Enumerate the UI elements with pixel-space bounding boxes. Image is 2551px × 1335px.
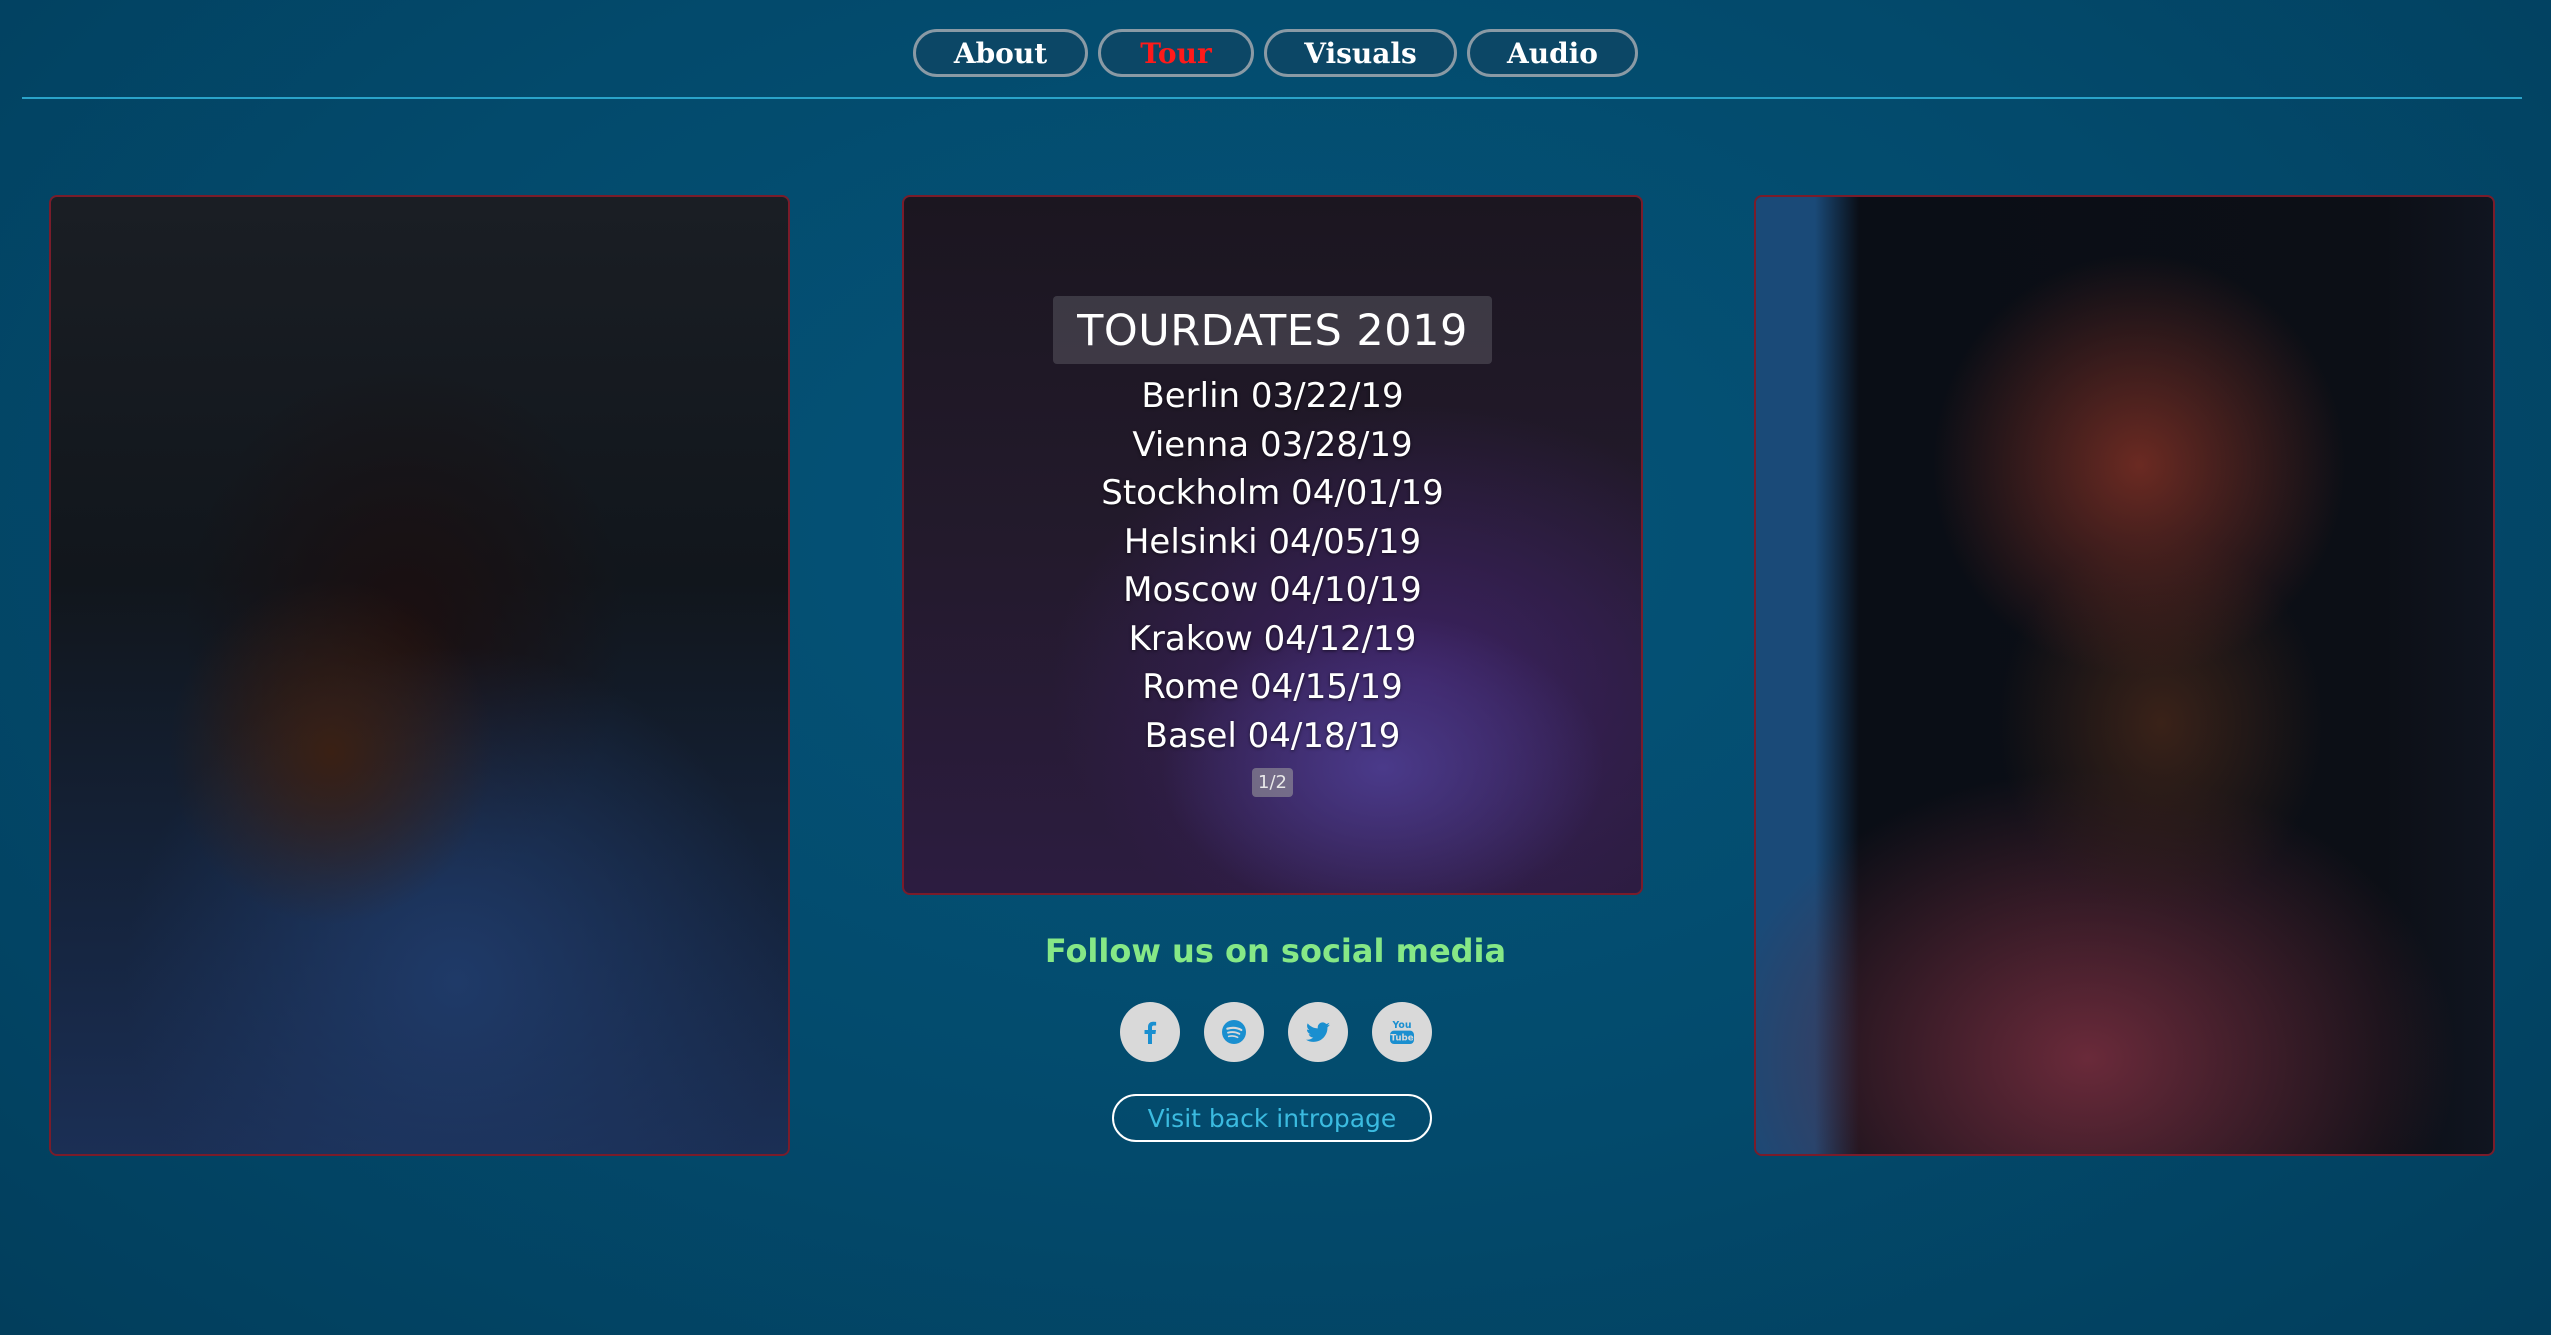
tour-date-item: Vienna 03/28/19: [1132, 424, 1413, 465]
tour-date-item: Rome 04/15/19: [1142, 667, 1403, 707]
social-links: You Tube: [0, 1002, 2551, 1062]
youtube-icon[interactable]: You Tube: [1371, 1002, 1432, 1062]
tour-date-item: Berlin 03/22/19: [1141, 376, 1404, 416]
tour-date-item: Stockholm 04/01/19: [1101, 473, 1444, 513]
tour-date-item: Basel 04/18/19: [1144, 715, 1401, 756]
twitter-icon[interactable]: [1287, 1002, 1348, 1062]
nav-about-button[interactable]: About: [913, 29, 1088, 77]
nav-visuals-button[interactable]: Visuals: [1264, 29, 1457, 77]
nav-divider: [22, 97, 2522, 99]
tour-date-item: Helsinki 04/05/19: [1123, 521, 1422, 562]
tour-date-item: Krakow 04/12/19: [1128, 618, 1417, 659]
spotify-icon[interactable]: [1203, 1002, 1264, 1062]
nav-audio-button[interactable]: Audio: [1467, 29, 1638, 77]
slide-pager[interactable]: 1/2: [1252, 768, 1293, 797]
nav-tour-button[interactable]: Tour: [1098, 29, 1254, 77]
follow-heading: Follow us on social media: [1044, 932, 1507, 970]
main-nav: About Tour Visuals Audio: [0, 29, 2551, 77]
facebook-icon[interactable]: [1119, 1002, 1180, 1062]
tour-content: TOURDATES 2019 Berlin 03/22/19 Vienna 03…: [904, 197, 1641, 893]
visit-intropage-button[interactable]: Visit back intropage: [1112, 1094, 1432, 1142]
tour-title: TOURDATES 2019: [1053, 296, 1492, 364]
tour-dates-list: Berlin 03/22/19 Vienna 03/28/19 Stockhol…: [1101, 372, 1444, 760]
tour-panel: TOURDATES 2019 Berlin 03/22/19 Vienna 03…: [902, 195, 1643, 895]
tour-date-item: Moscow 04/10/19: [1123, 570, 1422, 610]
svg-text:You: You: [1391, 1020, 1411, 1031]
svg-text:Tube: Tube: [1390, 1034, 1413, 1044]
